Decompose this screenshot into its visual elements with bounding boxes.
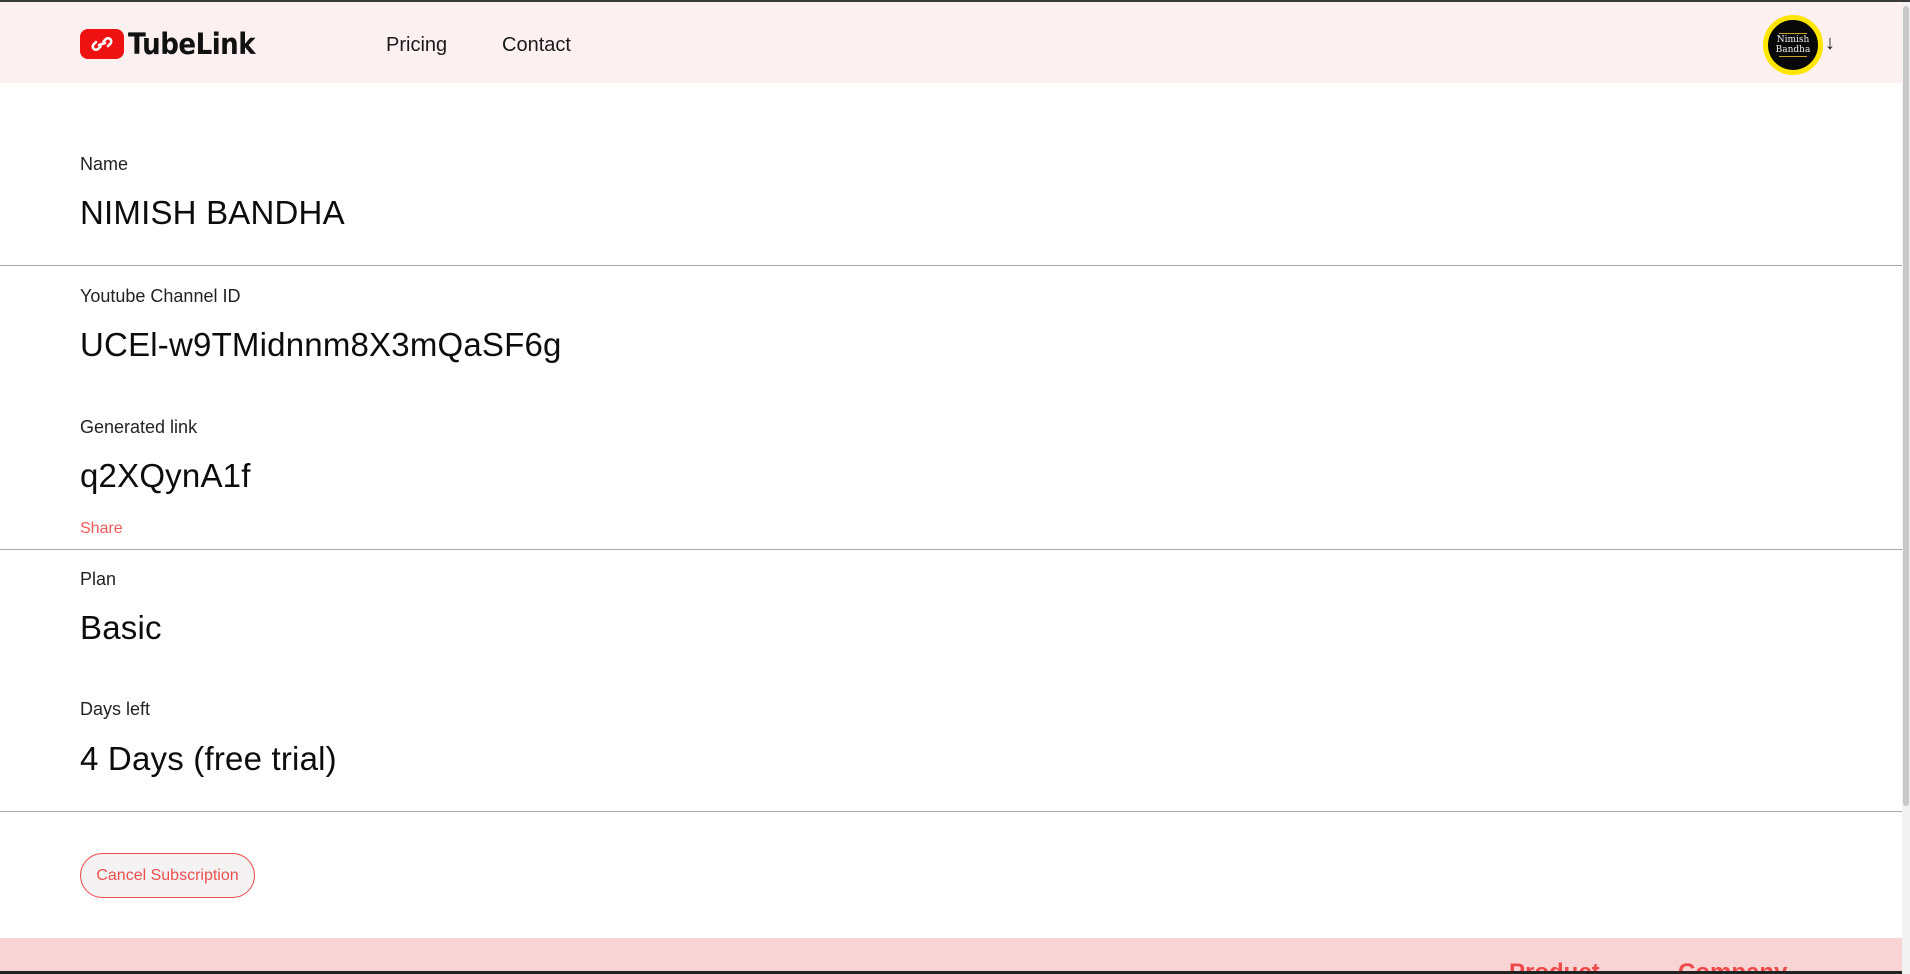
name-label: Name: [80, 154, 129, 174]
cancel-subscription-button[interactable]: Cancel Subscription: [80, 853, 255, 898]
link-icon: [80, 29, 124, 59]
section-divider: [0, 549, 1902, 550]
plan-value: Basic: [80, 609, 162, 646]
brand-logo[interactable]: TubeLink: [80, 27, 256, 61]
nav-pricing-link[interactable]: Pricing: [386, 34, 447, 57]
days-left-label: Days left: [80, 699, 151, 719]
avatar-text: Nimish Bandha: [1775, 35, 1811, 55]
avatar-decoration-top: [1779, 33, 1807, 34]
plan-label: Plan: [80, 569, 117, 589]
vertical-scrollbar[interactable]: [1902, 2, 1910, 974]
section-divider: [0, 265, 1902, 266]
name-value: NIMISH BANDHA: [80, 194, 345, 231]
arrow-down-icon[interactable]: ↓: [1825, 32, 1835, 55]
generated-link-label: Generated link: [80, 417, 198, 437]
avatar-decoration-bottom: [1779, 56, 1807, 57]
generated-link-value: q2XQynA1f: [80, 457, 251, 494]
avatar[interactable]: Nimish Bandha: [1763, 15, 1823, 75]
days-left-value: 4 Days (free trial): [80, 740, 337, 777]
section-divider: [0, 811, 1902, 812]
scrollbar-thumb[interactable]: [1903, 6, 1909, 806]
footer: Product Company: [0, 938, 1902, 974]
brand-name: TubeLink: [128, 27, 256, 61]
share-link[interactable]: Share: [80, 520, 123, 538]
channel-id-value: UCEl-w9TMidnnm8X3mQaSF6g: [80, 326, 562, 363]
page: TubeLink Pricing Contact Nimish Bandha ↓…: [0, 0, 1910, 974]
channel-id-label: Youtube Channel ID: [80, 286, 241, 306]
nav-contact-link[interactable]: Contact: [502, 34, 571, 57]
top-navbar: TubeLink Pricing Contact Nimish Bandha ↓: [0, 2, 1902, 83]
